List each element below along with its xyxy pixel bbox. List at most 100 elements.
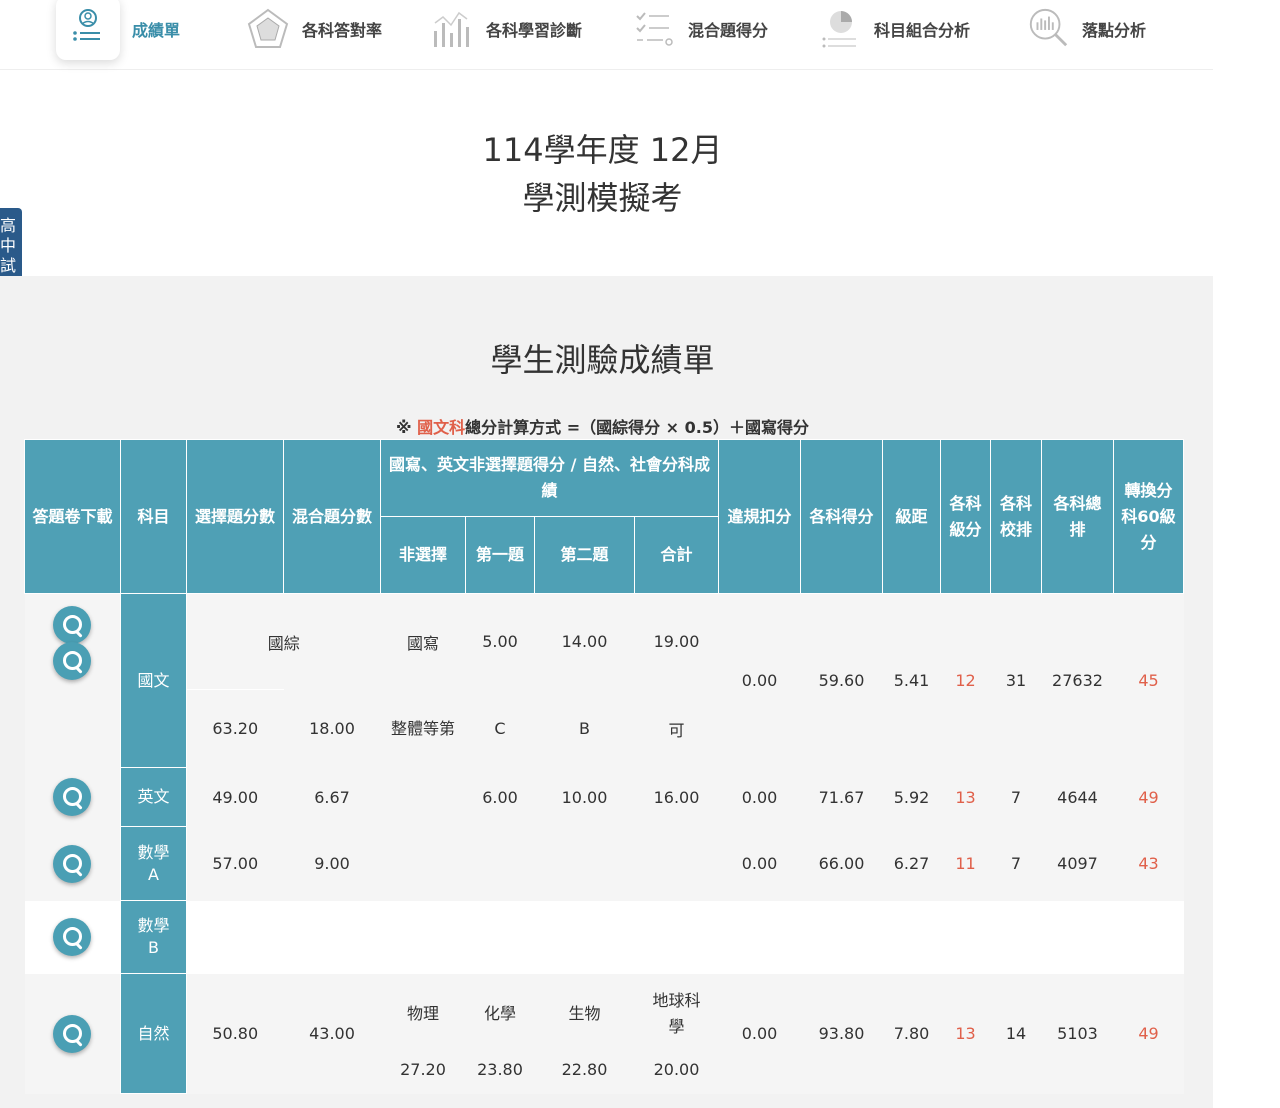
subject-science: 自然: [120, 973, 187, 1094]
cell-total: [634, 826, 719, 901]
nav-label: 落點分析: [1082, 21, 1147, 40]
cell-total: 16.00: [634, 767, 719, 827]
cell-mixed: 9.00: [283, 826, 381, 901]
cell-school-rank: 14: [990, 973, 1042, 1094]
note-highlight: 國文科: [417, 418, 466, 437]
cell-earth: 地球科學 20.00: [634, 973, 719, 1094]
cell-bio: 生物 22.80: [534, 973, 635, 1094]
cell-penalty: 0.00: [718, 826, 801, 901]
header-group: 國寫、英文非選擇題得分 / 自然、社會分科成績: [380, 439, 719, 517]
cell-q2: [534, 826, 635, 901]
empty-cell: [1041, 900, 1114, 974]
header-total-rank: 各科總排: [1041, 439, 1114, 594]
cell-q1: 6.00: [465, 767, 535, 827]
cell-penalty: 0.00: [718, 973, 801, 1094]
earth-value: 20.00: [653, 1060, 700, 1079]
bio-value: 22.80: [561, 1060, 608, 1079]
cell-total-rank: 4644: [1041, 767, 1114, 827]
nav-label: 各科學習診斷: [486, 21, 583, 40]
download-cell: [24, 767, 121, 827]
note-text: 總分計算方式 =（國綜得分 × 0.5）＋國寫得分: [465, 418, 809, 437]
note-prefix: ※: [395, 418, 418, 437]
search-icon[interactable]: [53, 844, 92, 883]
subject-label: 數學B: [137, 916, 170, 957]
nav-item-placement[interactable]: 落點分析: [1026, 0, 1146, 58]
table-row-english: 英文 49.00 6.67 6.00 10.00 16.00 0.00 71.6…: [24, 767, 1184, 827]
download-cell: [24, 826, 121, 901]
nav-item-report-card[interactable]: 成績單: [56, 0, 180, 60]
empty-cell: [380, 900, 466, 974]
header-level: 各科級分: [940, 439, 991, 594]
empty-cell: [634, 900, 719, 974]
cell-q2: 10.00: [534, 767, 635, 827]
bio-label: 生物: [568, 1004, 601, 1023]
search-icon[interactable]: [53, 1014, 92, 1053]
cell-choice: 63.20: [186, 689, 284, 768]
cell-school-rank: 31: [990, 593, 1042, 768]
side-tab-char: 試: [0, 256, 17, 275]
header-total: 合計: [634, 516, 719, 594]
empty-cell: [940, 900, 991, 974]
cell-school-rank: 7: [990, 767, 1042, 827]
exam-title-line1: 114學年度 12月: [482, 131, 723, 169]
search-icon[interactable]: [53, 606, 92, 644]
header-score: 各科得分: [800, 439, 883, 594]
nav-label: 各科答對率: [302, 21, 383, 40]
search-icon[interactable]: [53, 642, 92, 680]
header-subject: 科目: [120, 439, 187, 594]
empty-cell: [465, 900, 535, 974]
search-icon[interactable]: [53, 778, 92, 816]
side-tab-char: 中: [0, 236, 17, 255]
header-mixed: 混合題分數: [283, 439, 381, 594]
exam-title: 114學年度 12月 學測模擬考: [0, 126, 1205, 222]
table-row-science: 自然 50.80 43.00 物理 27.20 化學 23.80 生物 22.8…: [24, 973, 1184, 1094]
nav-label: 科目組合分析: [874, 21, 971, 40]
guozong-label: 國綜: [186, 593, 381, 690]
cell-nonchoice: [380, 767, 466, 827]
empty-cell: [534, 900, 635, 974]
score-formula-note: ※ 國文科總分計算方式 =（國綜得分 × 0.5）＋國寫得分: [0, 414, 1205, 438]
cell-choice: 57.00: [186, 826, 284, 901]
chem-value: 23.80: [477, 1060, 523, 1079]
cell-level: 11: [940, 826, 991, 901]
earth-label: 地球科學: [652, 991, 701, 1036]
cell-total-grade: 可: [634, 689, 719, 768]
header-nonchoice: 非選擇: [380, 516, 466, 594]
cell-interval: 6.27: [882, 826, 941, 901]
empty-cell: [1113, 900, 1184, 974]
pie-chart-icon: [818, 7, 862, 51]
cell-q1: 5.00: [465, 593, 535, 690]
cell-convert: 45: [1113, 593, 1184, 768]
cell-convert: 43: [1113, 826, 1184, 901]
report-card-icon: [56, 0, 120, 60]
empty-cell: [882, 900, 941, 974]
checklist-icon: [632, 7, 676, 51]
grade-label: 整體等第: [380, 689, 466, 768]
physics-label: 物理: [406, 1004, 439, 1023]
nav-item-mixed-score[interactable]: 混合題得分: [632, 0, 768, 58]
search-icon[interactable]: [53, 918, 92, 956]
nav-label: 混合題得分: [688, 21, 769, 40]
download-cell: [24, 973, 121, 1094]
nav-item-combination[interactable]: 科目組合分析: [818, 0, 970, 58]
header-choice: 選擇題分數: [186, 439, 284, 594]
cell-score: 93.80: [800, 973, 883, 1094]
physics-value: 27.20: [400, 1060, 446, 1079]
empty-cell: [800, 900, 883, 974]
cell-nonchoice: [380, 826, 466, 901]
nav-item-diagnosis[interactable]: 各科學習診斷: [430, 0, 582, 58]
download-cell: [24, 593, 121, 768]
cell-level: 13: [940, 767, 991, 827]
cell-q2: 14.00: [534, 593, 635, 690]
header-school-rank: 各科校排: [990, 439, 1042, 594]
subject-english: 英文: [120, 767, 187, 827]
cell-interval: 7.80: [882, 973, 941, 1094]
cell-choice: 49.00: [186, 767, 284, 827]
report-title: 學生測驗成績單: [490, 341, 715, 379]
download-cell: [24, 900, 121, 974]
cell-physics: 物理 27.20: [380, 973, 466, 1094]
nav-item-correct-rate[interactable]: 各科答對率: [246, 0, 382, 58]
cell-convert: 49: [1113, 973, 1184, 1094]
pentagon-radar-icon: [246, 7, 290, 51]
cell-chem: 化學 23.80: [465, 973, 535, 1094]
